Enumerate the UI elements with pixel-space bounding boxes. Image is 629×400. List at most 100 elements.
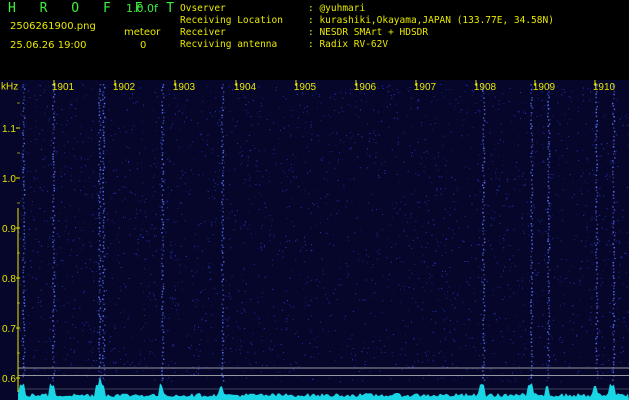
noise-speck — [143, 268, 145, 270]
noise-speck — [206, 144, 208, 146]
noise-speck — [521, 101, 523, 103]
streak-speck — [595, 133, 597, 136]
noise-speck — [351, 379, 353, 381]
noise-speck — [310, 250, 312, 252]
noise-speck — [360, 109, 361, 111]
noise-speck — [237, 365, 238, 367]
noise-speck — [219, 162, 221, 164]
streak-speck — [162, 377, 164, 380]
streak-speck — [102, 250, 104, 253]
noise-speck — [408, 269, 410, 271]
noise-speck — [559, 123, 561, 125]
noise-speck — [254, 196, 256, 198]
noise-speck — [383, 275, 385, 277]
noise-speck — [66, 354, 68, 355]
noise-speck — [403, 231, 405, 232]
noise-speck — [591, 251, 593, 253]
streak-speck — [222, 152, 224, 154]
noise-speck — [563, 89, 565, 91]
noise-speck — [201, 250, 203, 252]
streak-speck — [22, 362, 25, 365]
noise-speck — [355, 359, 357, 361]
noise-speck — [582, 94, 584, 96]
noise-speck — [618, 298, 620, 300]
streak-speck — [221, 123, 223, 126]
noise-speck — [63, 145, 65, 147]
noise-speck — [243, 341, 245, 343]
noise-speck — [186, 370, 187, 372]
noise-speck — [612, 112, 614, 114]
noise-speck — [569, 363, 571, 365]
streak-speck — [162, 288, 165, 290]
noise-speck — [437, 170, 439, 171]
noise-speck — [369, 155, 371, 157]
noise-speck — [285, 290, 287, 292]
noise-speck — [241, 345, 242, 347]
streak-speck — [98, 114, 101, 116]
noise-speck — [356, 114, 358, 116]
noise-speck — [317, 336, 319, 338]
streak-speck — [613, 246, 616, 249]
noise-speck — [73, 308, 75, 309]
streak-speck — [222, 135, 225, 138]
noise-speck — [250, 233, 252, 235]
streak-speck — [595, 342, 598, 345]
streak-speck — [102, 212, 105, 214]
streak-speck — [530, 205, 533, 208]
noise-speck — [52, 327, 54, 329]
noise-speck — [395, 103, 397, 105]
streak-speck — [23, 107, 25, 109]
noise-speck — [43, 139, 45, 140]
noise-speck — [436, 187, 438, 189]
noise-speck — [542, 290, 544, 292]
noise-speck — [177, 105, 178, 107]
noise-speck — [586, 330, 588, 332]
noise-speck — [389, 84, 391, 86]
noise-speck — [228, 295, 230, 297]
streak-speck — [53, 227, 56, 229]
noise-speck — [626, 117, 628, 119]
noise-speck — [269, 347, 270, 349]
streak-speck — [612, 312, 614, 315]
streak-speck — [483, 357, 486, 359]
noise-speck — [541, 326, 543, 328]
streak-speck — [531, 174, 534, 177]
noise-speck — [525, 348, 527, 350]
noise-speck — [625, 115, 626, 117]
noise-speck — [615, 308, 617, 310]
noise-speck — [362, 299, 364, 301]
noise-speck — [129, 218, 131, 220]
noise-speck — [578, 159, 580, 161]
noise-speck — [357, 156, 358, 158]
noise-speck — [557, 133, 559, 135]
noise-speck — [145, 258, 147, 260]
noise-speck — [494, 256, 496, 258]
noise-speck — [328, 377, 330, 379]
noise-speck — [609, 251, 611, 253]
noise-speck — [163, 209, 165, 211]
noise-speck — [48, 118, 50, 120]
noise-speck — [458, 227, 460, 229]
noise-speck — [511, 121, 512, 122]
noise-speck — [297, 117, 299, 119]
noise-speck — [451, 176, 453, 178]
noise-speck — [247, 112, 249, 114]
noise-speck — [435, 238, 437, 240]
noise-speck — [30, 210, 32, 212]
noise-speck — [523, 111, 525, 113]
noise-speck — [196, 257, 198, 259]
streak-speck — [103, 268, 106, 271]
noise-speck — [522, 184, 524, 186]
noise-speck — [346, 200, 348, 202]
noise-speck — [116, 303, 117, 305]
noise-speck — [254, 352, 256, 354]
noise-speck — [332, 233, 334, 235]
noise-speck — [52, 205, 54, 207]
noise-speck — [468, 308, 470, 310]
streak-speck — [98, 280, 101, 283]
noise-speck — [471, 90, 473, 92]
noise-speck — [599, 240, 601, 242]
noise-speck — [334, 94, 336, 95]
noise-speck — [328, 302, 330, 304]
streak-speck — [161, 362, 164, 365]
